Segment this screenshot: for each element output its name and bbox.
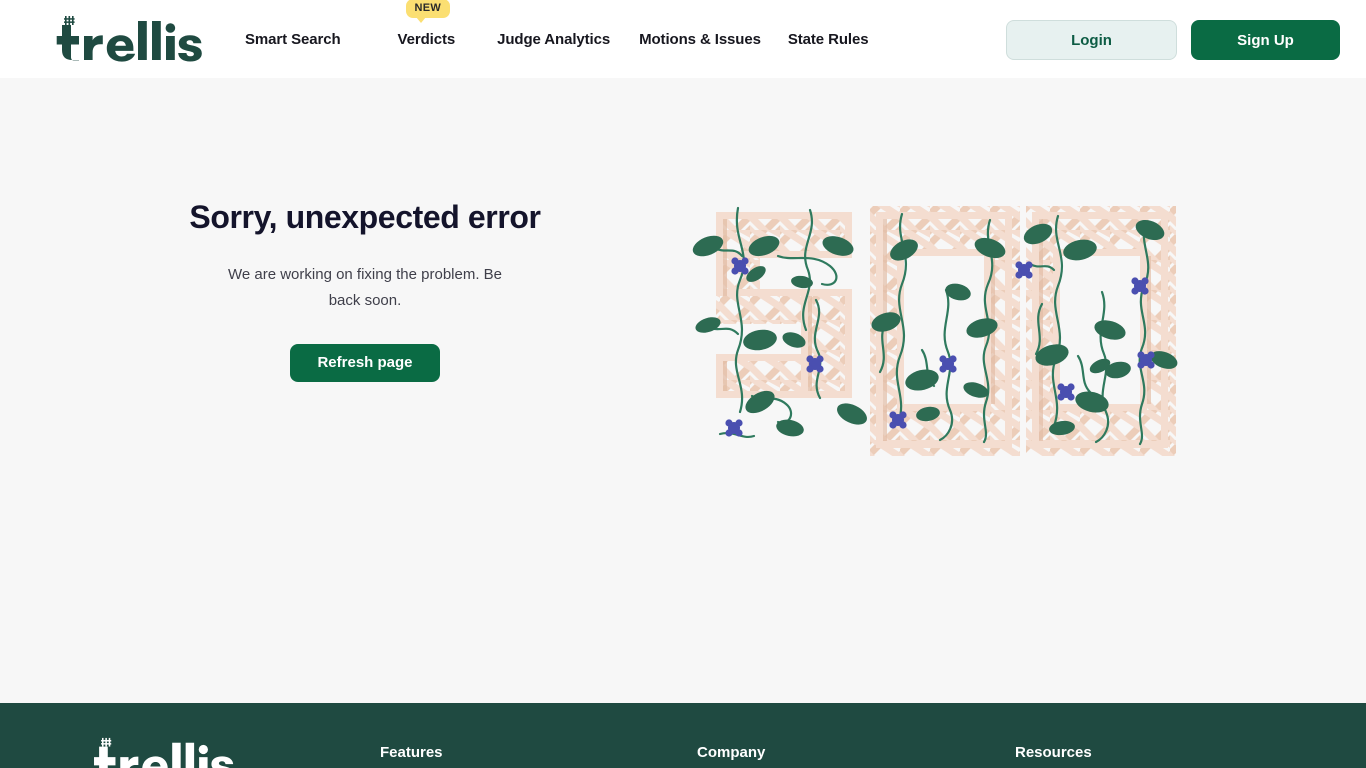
brand-logo-link[interactable] [32,14,202,66]
footer-column-company-title: Company [697,744,766,761]
main-nav: Smart Search NEW Verdicts Judge Analytic… [245,0,869,78]
site-header: Smart Search NEW Verdicts Judge Analytic… [0,0,1366,78]
nav-item-state-rules[interactable]: State Rules [788,31,869,48]
page-root: Smart Search NEW Verdicts Judge Analytic… [0,0,1366,768]
error-subtitle: We are working on fixing the problem. Be… [227,266,503,310]
footer-column-features-title: Features [380,744,443,761]
footer-column-resources-title: Resources [1015,744,1092,761]
footer-columns: Features Company Resources [0,744,1366,768]
nav-item-verdicts[interactable]: NEW Verdicts [397,0,456,48]
error-illustration-500 [690,200,1190,480]
refresh-page-button[interactable]: Refresh page [290,343,440,382]
500-trellis-graphic-icon [692,206,1178,456]
error-message-block: Sorry, unexpected error We are working o… [105,198,625,382]
header-actions: Login Sign Up [1006,20,1340,60]
nav-item-smart-search[interactable]: Smart Search [245,31,341,48]
page-title: Sorry, unexpected error [189,199,541,235]
login-button[interactable]: Login [1006,20,1177,60]
nav-item-judge-analytics[interactable]: Judge Analytics [497,31,610,48]
nav-item-motions-issues[interactable]: Motions & Issues [639,31,761,48]
trellis-lattice-logo-icon [56,16,202,62]
nav-item-verdicts-label: Verdicts [397,30,456,48]
main-content: Sorry, unexpected error We are working o… [0,78,1366,703]
new-badge: NEW [405,0,451,23]
signup-button[interactable]: Sign Up [1191,20,1340,60]
